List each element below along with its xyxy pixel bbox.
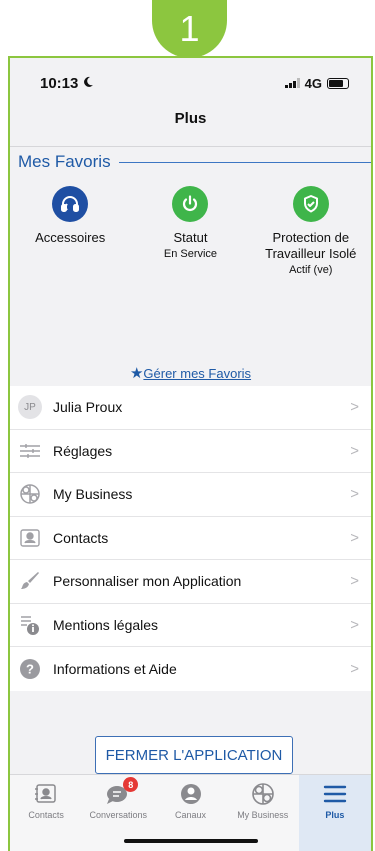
chat-icon: 8 (103, 777, 139, 807)
menu-item-legal[interactable]: Mentions légales > (10, 604, 371, 647)
chevron-right-icon: > (350, 398, 359, 416)
favorite-subtitle: En Service (163, 248, 218, 260)
network-type: 4G (304, 75, 322, 91)
menu-item-label: Mentions légales (53, 616, 159, 633)
chevron-right-icon: > (350, 572, 359, 590)
menu-item-label: Personnaliser mon Application (53, 573, 242, 590)
favorites-grid: Accessoires Statut En Service Protection… (10, 186, 371, 276)
power-icon (172, 186, 209, 222)
tab-label: My Business (237, 810, 289, 820)
favorite-name: Accessoires (35, 230, 106, 245)
menu-list: JP Julia Proux > Réglages > My Business (10, 386, 371, 691)
sliders-icon (18, 439, 42, 463)
unread-badge: 8 (123, 777, 139, 792)
menu-item-label: My Business (53, 486, 133, 503)
favorite-name: Statut (173, 230, 208, 245)
shield-check-icon (292, 186, 329, 222)
menu-item-settings[interactable]: Réglages > (10, 430, 371, 473)
status-bar: 10:13 4G (10, 58, 371, 108)
tab-label: Canaux (174, 810, 207, 820)
chevron-right-icon: > (350, 442, 359, 460)
home-indicator (123, 839, 258, 843)
avatar: JP (18, 395, 42, 420)
tab-label: Plus (325, 810, 345, 820)
menu-item-label: Informations et Aide (53, 660, 177, 677)
menu-item-contacts[interactable]: Contacts > (10, 517, 371, 560)
favorite-accessoires[interactable]: Accessoires (10, 186, 130, 276)
contact-card-icon (31, 781, 61, 807)
tab-plus[interactable]: Plus (298, 775, 371, 851)
headset-icon (52, 186, 89, 222)
menu-item-my-business[interactable]: My Business > (10, 473, 371, 517)
favorite-protection-travailleur[interactable]: Protection de Travailleur Isolé Actif (v… (251, 186, 371, 276)
chevron-right-icon: > (350, 529, 359, 547)
favorite-name: Protection de Travailleur Isolé (265, 230, 357, 261)
business-logo-icon (18, 482, 42, 506)
channels-icon (176, 781, 206, 807)
phone-screen: 10:13 4G Plus Mes Favoris Accessoires St… (8, 56, 373, 851)
close-app-button[interactable]: FERMER L'APPLICATION (95, 736, 293, 774)
tab-bar: Contacts 8 Conversations Canaux My Busin… (10, 774, 371, 851)
star-icon: ★ (129, 365, 144, 382)
page-title: Plus (174, 110, 207, 127)
business-logo-icon (248, 781, 278, 807)
chevron-right-icon: > (350, 616, 359, 634)
tab-contacts[interactable]: Contacts (10, 775, 82, 851)
favorites-divider (118, 161, 371, 163)
chevron-right-icon: > (350, 660, 359, 678)
menu-item-label: Contacts (53, 529, 109, 546)
menu-item-help[interactable]: ? Informations et Aide > (10, 647, 371, 691)
tab-label: Contacts (28, 810, 64, 820)
help-icon: ? (18, 657, 42, 681)
favorite-subtitle: Actif (ve) (289, 264, 333, 276)
favorites-header: Mes Favoris (18, 152, 371, 172)
nav-divider (10, 146, 371, 147)
moon-icon (82, 75, 94, 92)
svg-text:?: ? (26, 661, 34, 676)
tab-label: Conversations (89, 810, 148, 820)
menu-item-profile[interactable]: JP Julia Proux > (10, 386, 371, 430)
contact-card-icon (18, 526, 42, 550)
menu-item-customize[interactable]: Personnaliser mon Application > (10, 560, 371, 604)
hamburger-icon (320, 781, 350, 807)
signal-icon (284, 78, 300, 88)
step-number-badge: 1 (152, 0, 227, 58)
favorites-title: Mes Favoris (18, 152, 111, 171)
battery-icon (327, 77, 349, 89)
status-time: 10:13 (40, 74, 79, 92)
brush-icon (18, 569, 42, 593)
manage-favorites-link[interactable]: ★Gérer mes Favoris (10, 364, 371, 382)
legal-info-icon (18, 613, 42, 637)
menu-item-label: Réglages (53, 442, 113, 459)
menu-item-label: Julia Proux (53, 399, 123, 416)
chevron-right-icon: > (350, 485, 359, 503)
favorite-statut[interactable]: Statut En Service (130, 186, 250, 276)
